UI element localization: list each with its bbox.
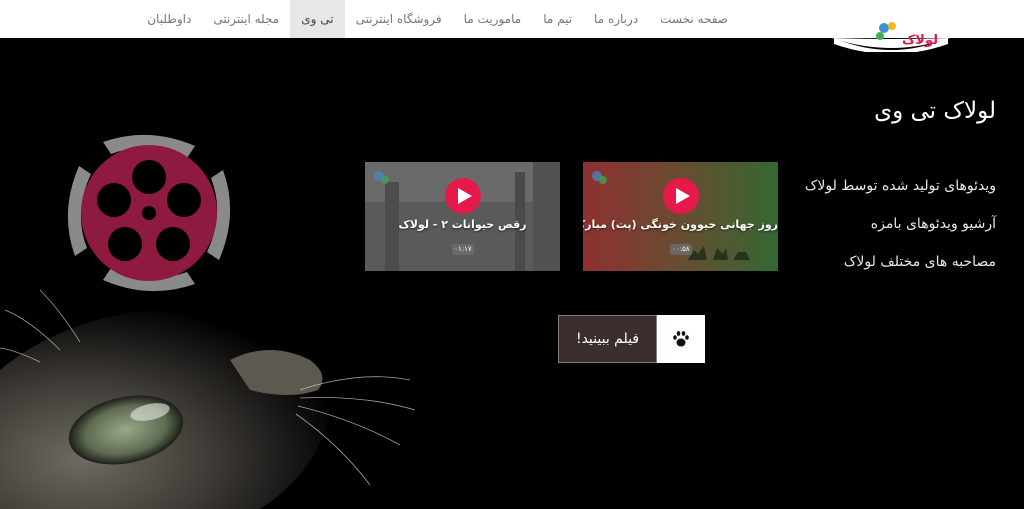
watch-movie-label: فیلم ببینید! [558, 315, 657, 363]
play-icon [675, 188, 690, 204]
nav-item-mission[interactable]: ماموریت ما [453, 0, 533, 38]
feature-list: ویدئوهای تولید شده توسط لولاک آرشیو ویدئ… [801, 172, 996, 286]
feature-item: ویدئوهای تولید شده توسط لولاک [804, 178, 996, 194]
nav-item-about[interactable]: درباره ما [583, 0, 649, 38]
video-title: روز جهانی حیوون خونگی (پت) مبارک! [583, 218, 778, 231]
video-duration: ۰۱:۱۷ [452, 244, 474, 255]
cat-image [0, 289, 416, 509]
video-card-pet-day[interactable]: روز جهانی حیوون خونگی (پت) مبارک! ۰۰:۵۸ [583, 162, 778, 271]
play-button[interactable] [663, 178, 699, 214]
nav-item-team[interactable]: تیم ما [532, 0, 583, 38]
video-duration: ۰۰:۵۸ [670, 244, 692, 255]
watch-movie-button[interactable]: فیلم ببینید! [558, 315, 705, 363]
nav-item-tv[interactable]: تی وی [290, 0, 345, 38]
play-button[interactable] [445, 178, 481, 214]
page-title: لولاک تی وی [874, 98, 996, 124]
nav-item-shop[interactable]: فروشگاه اینترنتی [345, 0, 453, 38]
film-reel-icon [67, 134, 231, 292]
feature-item: آرشیو ویدئوهای بامزه [870, 216, 996, 232]
play-icon [457, 188, 472, 204]
video-title: رقص حیوانات ۲ - لولاک [398, 218, 527, 231]
paw-icon [657, 315, 705, 363]
feature-item: مصاحبه های مختلف لولاک [843, 254, 996, 270]
nav-item-magazine[interactable]: مجله اینترنتی [202, 0, 290, 38]
top-navbar: صفحه نخست درباره ما تیم ما ماموریت ما فر… [0, 0, 1024, 52]
nav-item-volunteers[interactable]: داوطلبان [136, 0, 202, 38]
nav-menu: صفحه نخست درباره ما تیم ما ماموریت ما فر… [136, 0, 739, 38]
nav-item-home[interactable]: صفحه نخست [649, 0, 739, 38]
site-logo[interactable]: لولاک [832, 0, 950, 52]
logo-text: لولاک [902, 33, 938, 48]
video-card-animal-dance[interactable]: رقص حیوانات ۲ - لولاک ۰۱:۱۷ [365, 162, 560, 271]
